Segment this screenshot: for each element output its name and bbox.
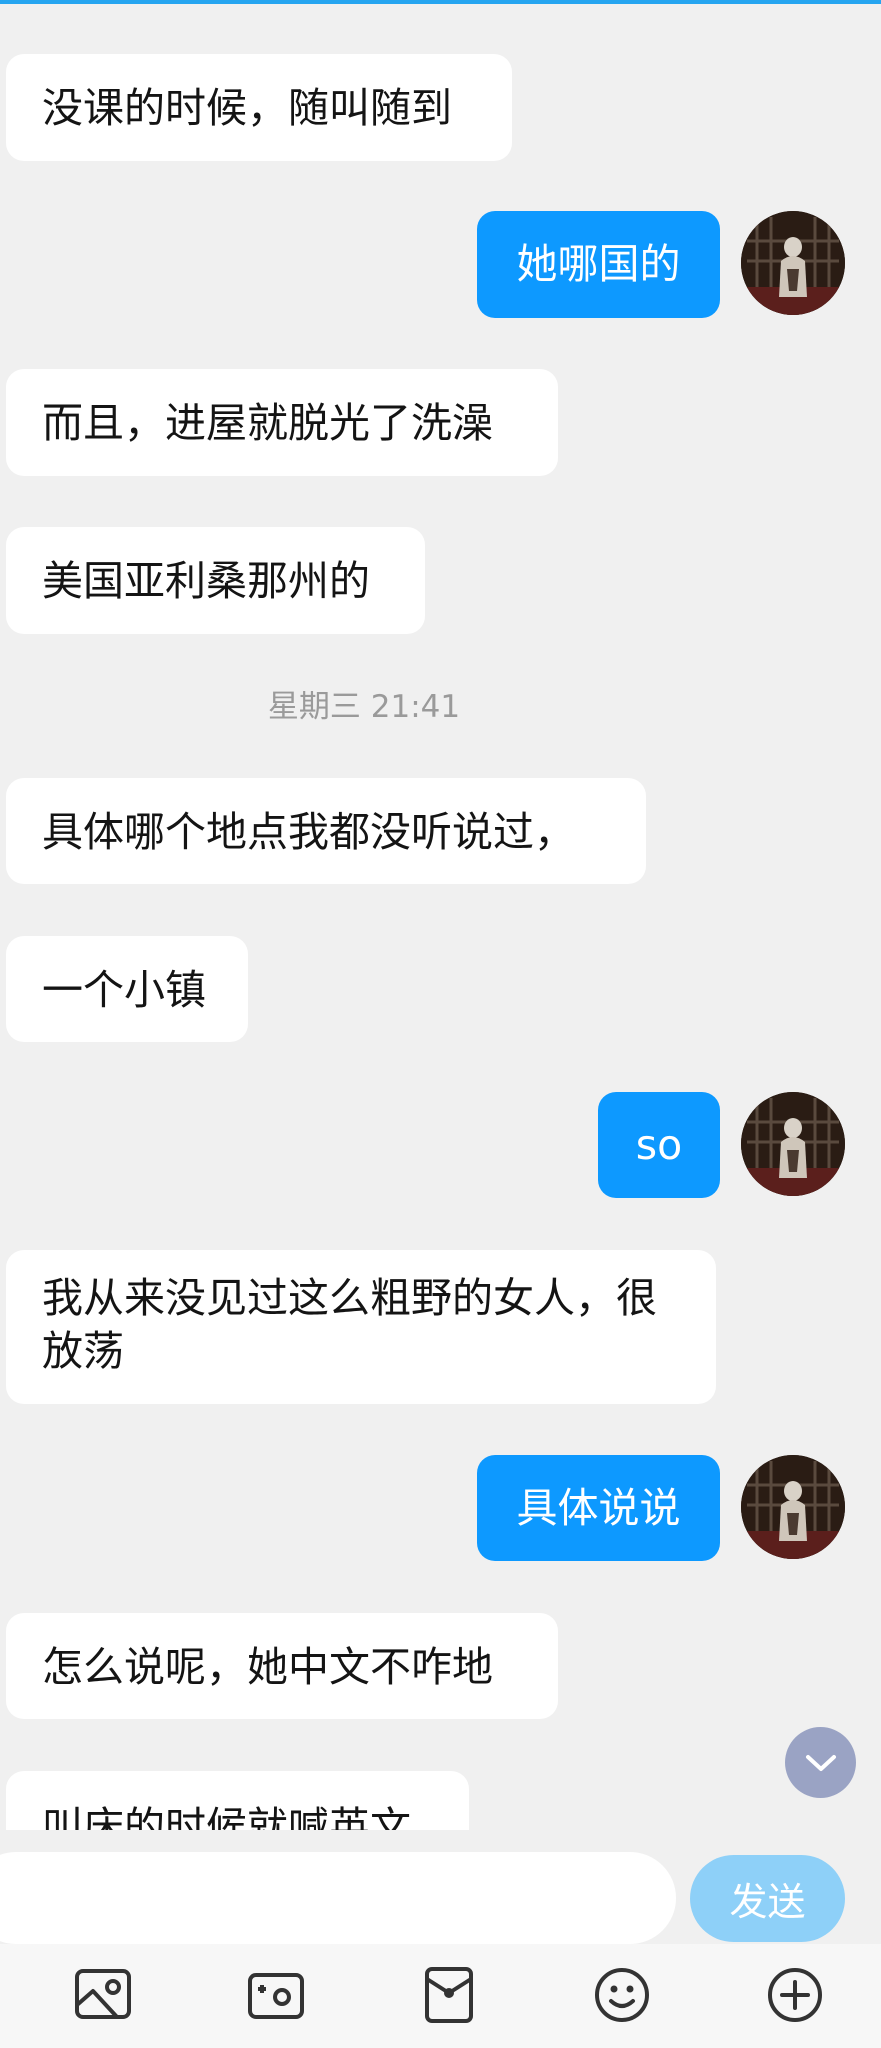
red-packet-button[interactable]: [414, 1960, 484, 2030]
message-bubble-incoming[interactable]: 叫床的时候就喊英文: [6, 1771, 469, 1830]
message-text: 具体说说: [516, 1483, 681, 1532]
camera-icon: [248, 1973, 304, 2019]
message-text: 而且，进屋就脱光了洗澡: [42, 399, 493, 447]
chevron-down-icon: [805, 1754, 836, 1771]
message-text: 具体哪个地点我都没听说过，: [42, 808, 575, 856]
message-bubble-outgoing[interactable]: 具体说说: [477, 1455, 720, 1561]
emoji-button[interactable]: [587, 1960, 657, 2030]
message-bubble-incoming[interactable]: 我从来没见过这么粗野的女人，很放荡: [6, 1250, 716, 1404]
message-bubble-incoming[interactable]: 具体哪个地点我都没听说过，: [6, 778, 646, 884]
scroll-to-bottom-button[interactable]: [785, 1727, 856, 1798]
avatar-image: [741, 1092, 845, 1196]
bottom-toolbar: [0, 1944, 881, 2048]
message-bubble-incoming[interactable]: 一个小镇: [6, 936, 248, 1042]
image-icon: [75, 1969, 131, 2019]
send-button[interactable]: 发送: [690, 1855, 845, 1942]
message-text: 叫床的时候就喊英文: [42, 1803, 411, 1830]
emoji-icon: [595, 1968, 649, 2022]
message-text: 没课的时候，随叫随到: [42, 84, 452, 132]
avatar-image: [741, 1455, 845, 1559]
red-packet-icon: [425, 1967, 473, 2023]
user-avatar[interactable]: [741, 211, 845, 315]
message-bubble-incoming[interactable]: 美国亚利桑那州的: [6, 527, 425, 634]
message-text: 我从来没见过这么粗野的女人，很放荡: [42, 1274, 657, 1375]
message-text: 怎么说呢，她中文不咋地: [42, 1643, 493, 1691]
message-bubble-incoming[interactable]: 怎么说呢，她中文不咋地: [6, 1613, 558, 1719]
message-text: so: [635, 1120, 683, 1169]
chat-timestamp: 星期三 21:41: [267, 689, 461, 725]
message-bubble-outgoing[interactable]: 她哪国的: [477, 211, 720, 318]
chat-message-list[interactable]: 没课的时候，随叫随到 她哪国的 而且，进屋就脱光了洗澡 美国亚利桑那州的 星期三…: [0, 0, 881, 1830]
message-bubble-incoming[interactable]: 没课的时候，随叫随到: [6, 54, 512, 161]
message-text: 一个小镇: [42, 966, 206, 1014]
message-text: 美国亚利桑那州的: [42, 557, 370, 605]
image-button[interactable]: [68, 1960, 138, 2030]
message-input[interactable]: [0, 1852, 676, 1944]
user-avatar[interactable]: [741, 1092, 845, 1196]
message-input-bar: 发送: [0, 1830, 881, 1944]
more-button[interactable]: [760, 1960, 830, 2030]
camera-button[interactable]: [241, 1960, 311, 2030]
message-bubble-incoming[interactable]: 而且，进屋就脱光了洗澡: [6, 369, 558, 476]
user-avatar[interactable]: [741, 1455, 845, 1559]
message-bubble-outgoing[interactable]: so: [598, 1092, 720, 1198]
avatar-image: [741, 211, 845, 315]
message-text: 她哪国的: [516, 240, 681, 288]
plus-icon: [768, 1968, 822, 2022]
